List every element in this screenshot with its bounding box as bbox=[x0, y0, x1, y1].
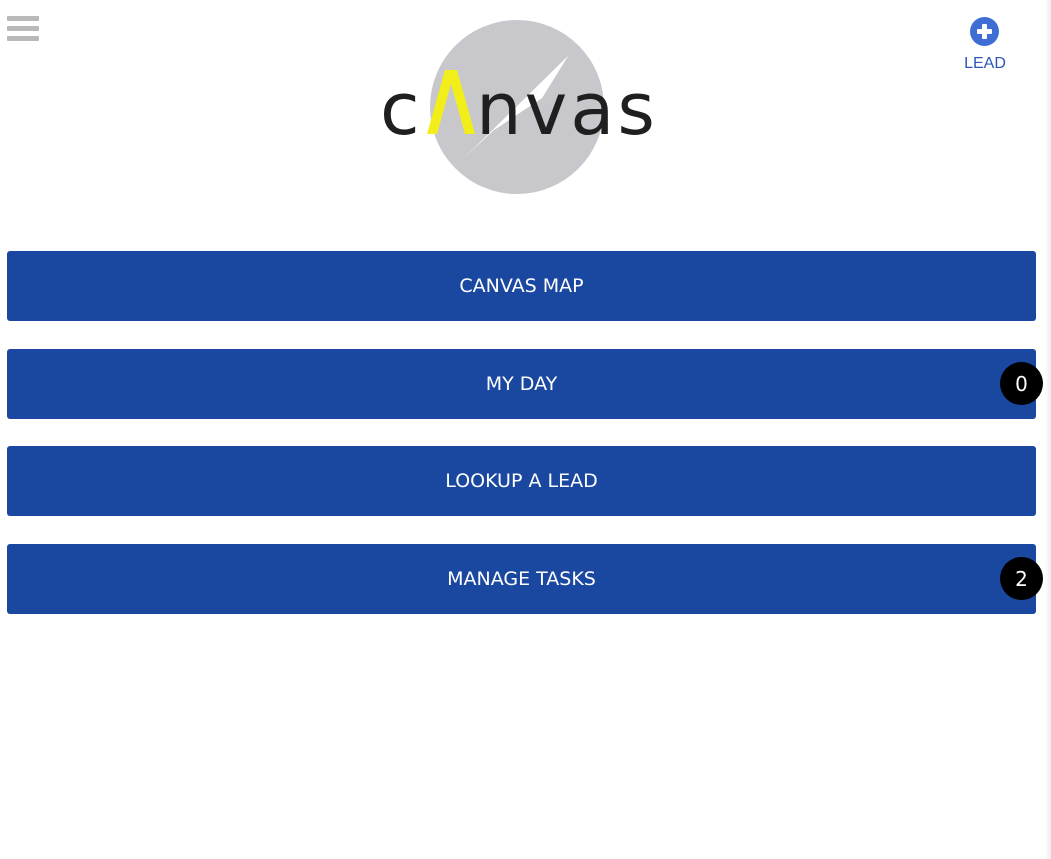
my-day-button[interactable]: MY DAY bbox=[7, 349, 1036, 419]
svg-text:c: c bbox=[380, 67, 422, 151]
plus-circle-icon[interactable] bbox=[970, 17, 999, 46]
canvas-logo-graphic: c nvas bbox=[380, 20, 658, 194]
add-lead-button[interactable]: LEAD bbox=[955, 15, 1015, 77]
my-day-count-badge: 0 bbox=[1000, 362, 1043, 405]
manage-tasks-label: MANAGE TASKS bbox=[447, 568, 596, 590]
scroll-edge bbox=[1045, 0, 1051, 859]
manage-tasks-button[interactable]: MANAGE TASKS bbox=[7, 544, 1036, 614]
home-screen: LEAD c nvas CANVAS MAP MY DAY 0 LOOKUP A… bbox=[0, 0, 1051, 859]
canvas-map-label: CANVAS MAP bbox=[459, 275, 584, 297]
add-lead-label: LEAD bbox=[964, 55, 1006, 72]
svg-text:nvas: nvas bbox=[476, 67, 658, 151]
canvas-map-button[interactable]: CANVAS MAP bbox=[7, 251, 1036, 321]
manage-tasks-count-badge: 2 bbox=[1000, 557, 1043, 600]
canvas-logo: c nvas bbox=[376, 18, 676, 200]
my-day-label: MY DAY bbox=[485, 373, 558, 395]
hamburger-menu-icon[interactable] bbox=[7, 16, 39, 42]
lookup-lead-label: LOOKUP A LEAD bbox=[445, 470, 598, 492]
lookup-lead-button[interactable]: LOOKUP A LEAD bbox=[7, 446, 1036, 516]
